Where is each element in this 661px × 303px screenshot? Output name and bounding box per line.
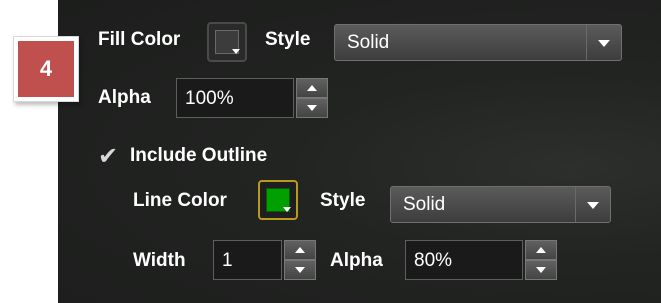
- line-alpha-label: Alpha: [330, 250, 383, 271]
- arrow-up-icon[interactable]: [284, 240, 316, 260]
- line-width-value: 1: [222, 250, 233, 271]
- checkmark-icon: ✔: [98, 142, 119, 170]
- step-number: 4: [18, 41, 74, 97]
- arrow-down-icon[interactable]: [525, 260, 557, 280]
- chevron-down-icon: [232, 49, 240, 54]
- line-width-label: Width: [133, 250, 186, 271]
- step-badge: 4: [13, 36, 79, 102]
- fill-alpha-input[interactable]: 100%: [176, 78, 294, 118]
- line-style-label: Style: [320, 190, 366, 211]
- fill-style-label: Style: [265, 29, 311, 50]
- line-alpha-stepper[interactable]: [525, 240, 557, 280]
- fill-alpha-value: 100%: [185, 88, 234, 109]
- include-outline-label: Include Outline: [130, 145, 268, 166]
- fill-style-value: Solid: [347, 32, 390, 53]
- fill-alpha-label: Alpha: [98, 87, 151, 108]
- line-color-label: Line Color: [133, 190, 227, 211]
- fill-color-label: Fill Color: [98, 29, 181, 50]
- include-outline-checkbox[interactable]: ✔: [98, 144, 122, 168]
- line-style-select[interactable]: Solid: [390, 186, 611, 223]
- fill-alpha-stepper[interactable]: [296, 78, 328, 118]
- fill-style-select[interactable]: Solid: [334, 24, 622, 61]
- line-alpha-input[interactable]: 80%: [405, 240, 523, 280]
- fill-color-picker[interactable]: [207, 22, 247, 62]
- chevron-down-icon[interactable]: [575, 187, 610, 222]
- line-color-picker[interactable]: [258, 180, 298, 220]
- line-width-stepper[interactable]: [284, 240, 316, 280]
- chevron-down-icon[interactable]: [586, 25, 621, 60]
- arrow-up-icon[interactable]: [525, 240, 557, 260]
- chevron-down-icon: [283, 207, 291, 212]
- arrow-down-icon[interactable]: [296, 98, 328, 118]
- line-style-value: Solid: [403, 194, 446, 215]
- arrow-down-icon[interactable]: [284, 260, 316, 280]
- arrow-up-icon[interactable]: [296, 78, 328, 98]
- line-alpha-value: 80%: [414, 250, 453, 271]
- line-width-input[interactable]: 1: [213, 240, 282, 280]
